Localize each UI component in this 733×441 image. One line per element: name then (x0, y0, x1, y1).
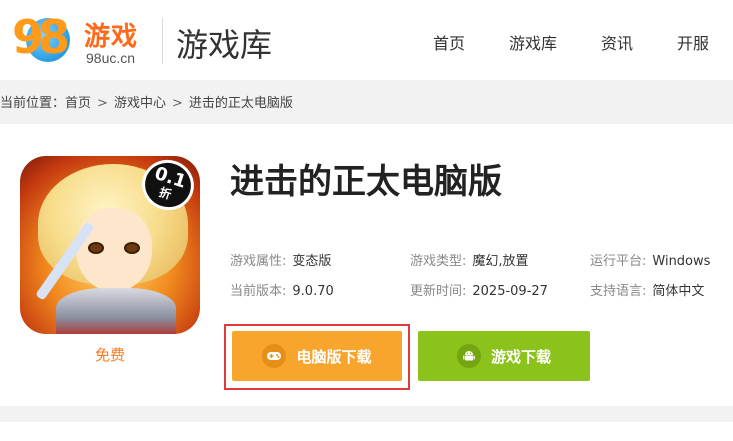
info-version: 当前版本: 9.0.70 (230, 280, 334, 299)
info-value: 魔幻,放置 (472, 254, 529, 269)
game-title: 进击的正太电脑版 (230, 162, 502, 202)
gamepad-icon-svg (267, 352, 282, 360)
site-logo[interactable]: 98 游戏 98uc.cn (8, 10, 148, 72)
character-armor (56, 288, 176, 334)
info-key: 运行平台: (590, 254, 647, 269)
info-language: 支持语言: 简体中文 (590, 280, 704, 299)
logo-url: 98uc.cn (86, 50, 136, 66)
site-title: 游戏库 (176, 26, 273, 64)
character-face (76, 208, 152, 292)
logo-text: 游戏 (84, 22, 139, 52)
breadcrumb-separator: > (171, 96, 183, 111)
info-platform: 运行平台: Windows (590, 250, 710, 269)
header-divider (162, 18, 163, 64)
game-icon-image: 0.1 折 (20, 156, 200, 334)
android-download-button[interactable]: 游戏下载 (418, 331, 590, 381)
info-value: 9.0.70 (292, 284, 334, 299)
android-icon (456, 344, 481, 368)
breadcrumb: 当前位置：首页 > 游戏中心 > 进击的正太电脑版 (0, 92, 293, 112)
info-attribute: 游戏属性: 变态版 (230, 250, 331, 269)
nav-item-home[interactable]: 首页 (433, 30, 465, 54)
gamepad-icon (262, 344, 287, 368)
info-value: Windows (652, 254, 711, 269)
android-icon-svg (463, 351, 475, 361)
next-section-strip (0, 422, 733, 441)
price-label: 免费 (94, 346, 125, 364)
info-value: 简体中文 (652, 284, 705, 299)
info-update-time: 更新时间: 2025-09-27 (410, 280, 548, 299)
android-download-label: 游戏下载 (490, 347, 551, 366)
game-detail-card: 0.1 折 免费 进击的正太电脑版 游戏属性: 变态版 游戏类型: 魔幻,放置 运行… (0, 124, 733, 406)
logo-digits: 98 (12, 10, 70, 64)
nav-item-server-open[interactable]: 开服 (677, 30, 709, 54)
pc-download-label: 电脑版下载 (296, 347, 372, 366)
character-eye (124, 242, 140, 254)
info-value: 2025-09-27 (472, 284, 548, 299)
nav-item-news[interactable]: 资讯 (601, 30, 633, 54)
info-key: 支持语言: (590, 284, 647, 299)
info-key: 当前版本: (230, 284, 287, 299)
site-header: 98 游戏 98uc.cn 游戏库 首页 游戏库 资讯 开服 (0, 0, 733, 80)
info-value: 变态版 (292, 254, 332, 269)
nav-item-game-library[interactable]: 游戏库 (509, 30, 557, 54)
info-key: 更新时间: (410, 284, 467, 299)
pc-download-button[interactable]: 电脑版下载 (232, 331, 402, 381)
breadcrumb-current[interactable]: 进击的正太电脑版 (189, 96, 293, 111)
info-type: 游戏类型: 魔幻,放置 (410, 250, 529, 269)
info-key: 游戏属性: (230, 254, 287, 269)
breadcrumb-separator: > (97, 96, 108, 111)
breadcrumb-game-center[interactable]: 游戏中心 (114, 96, 166, 111)
breadcrumb-home[interactable]: 首页 (65, 96, 91, 111)
breadcrumb-prefix: 当前位置： (0, 96, 66, 111)
character-eye (88, 242, 104, 254)
info-key: 游戏类型: (410, 254, 467, 269)
